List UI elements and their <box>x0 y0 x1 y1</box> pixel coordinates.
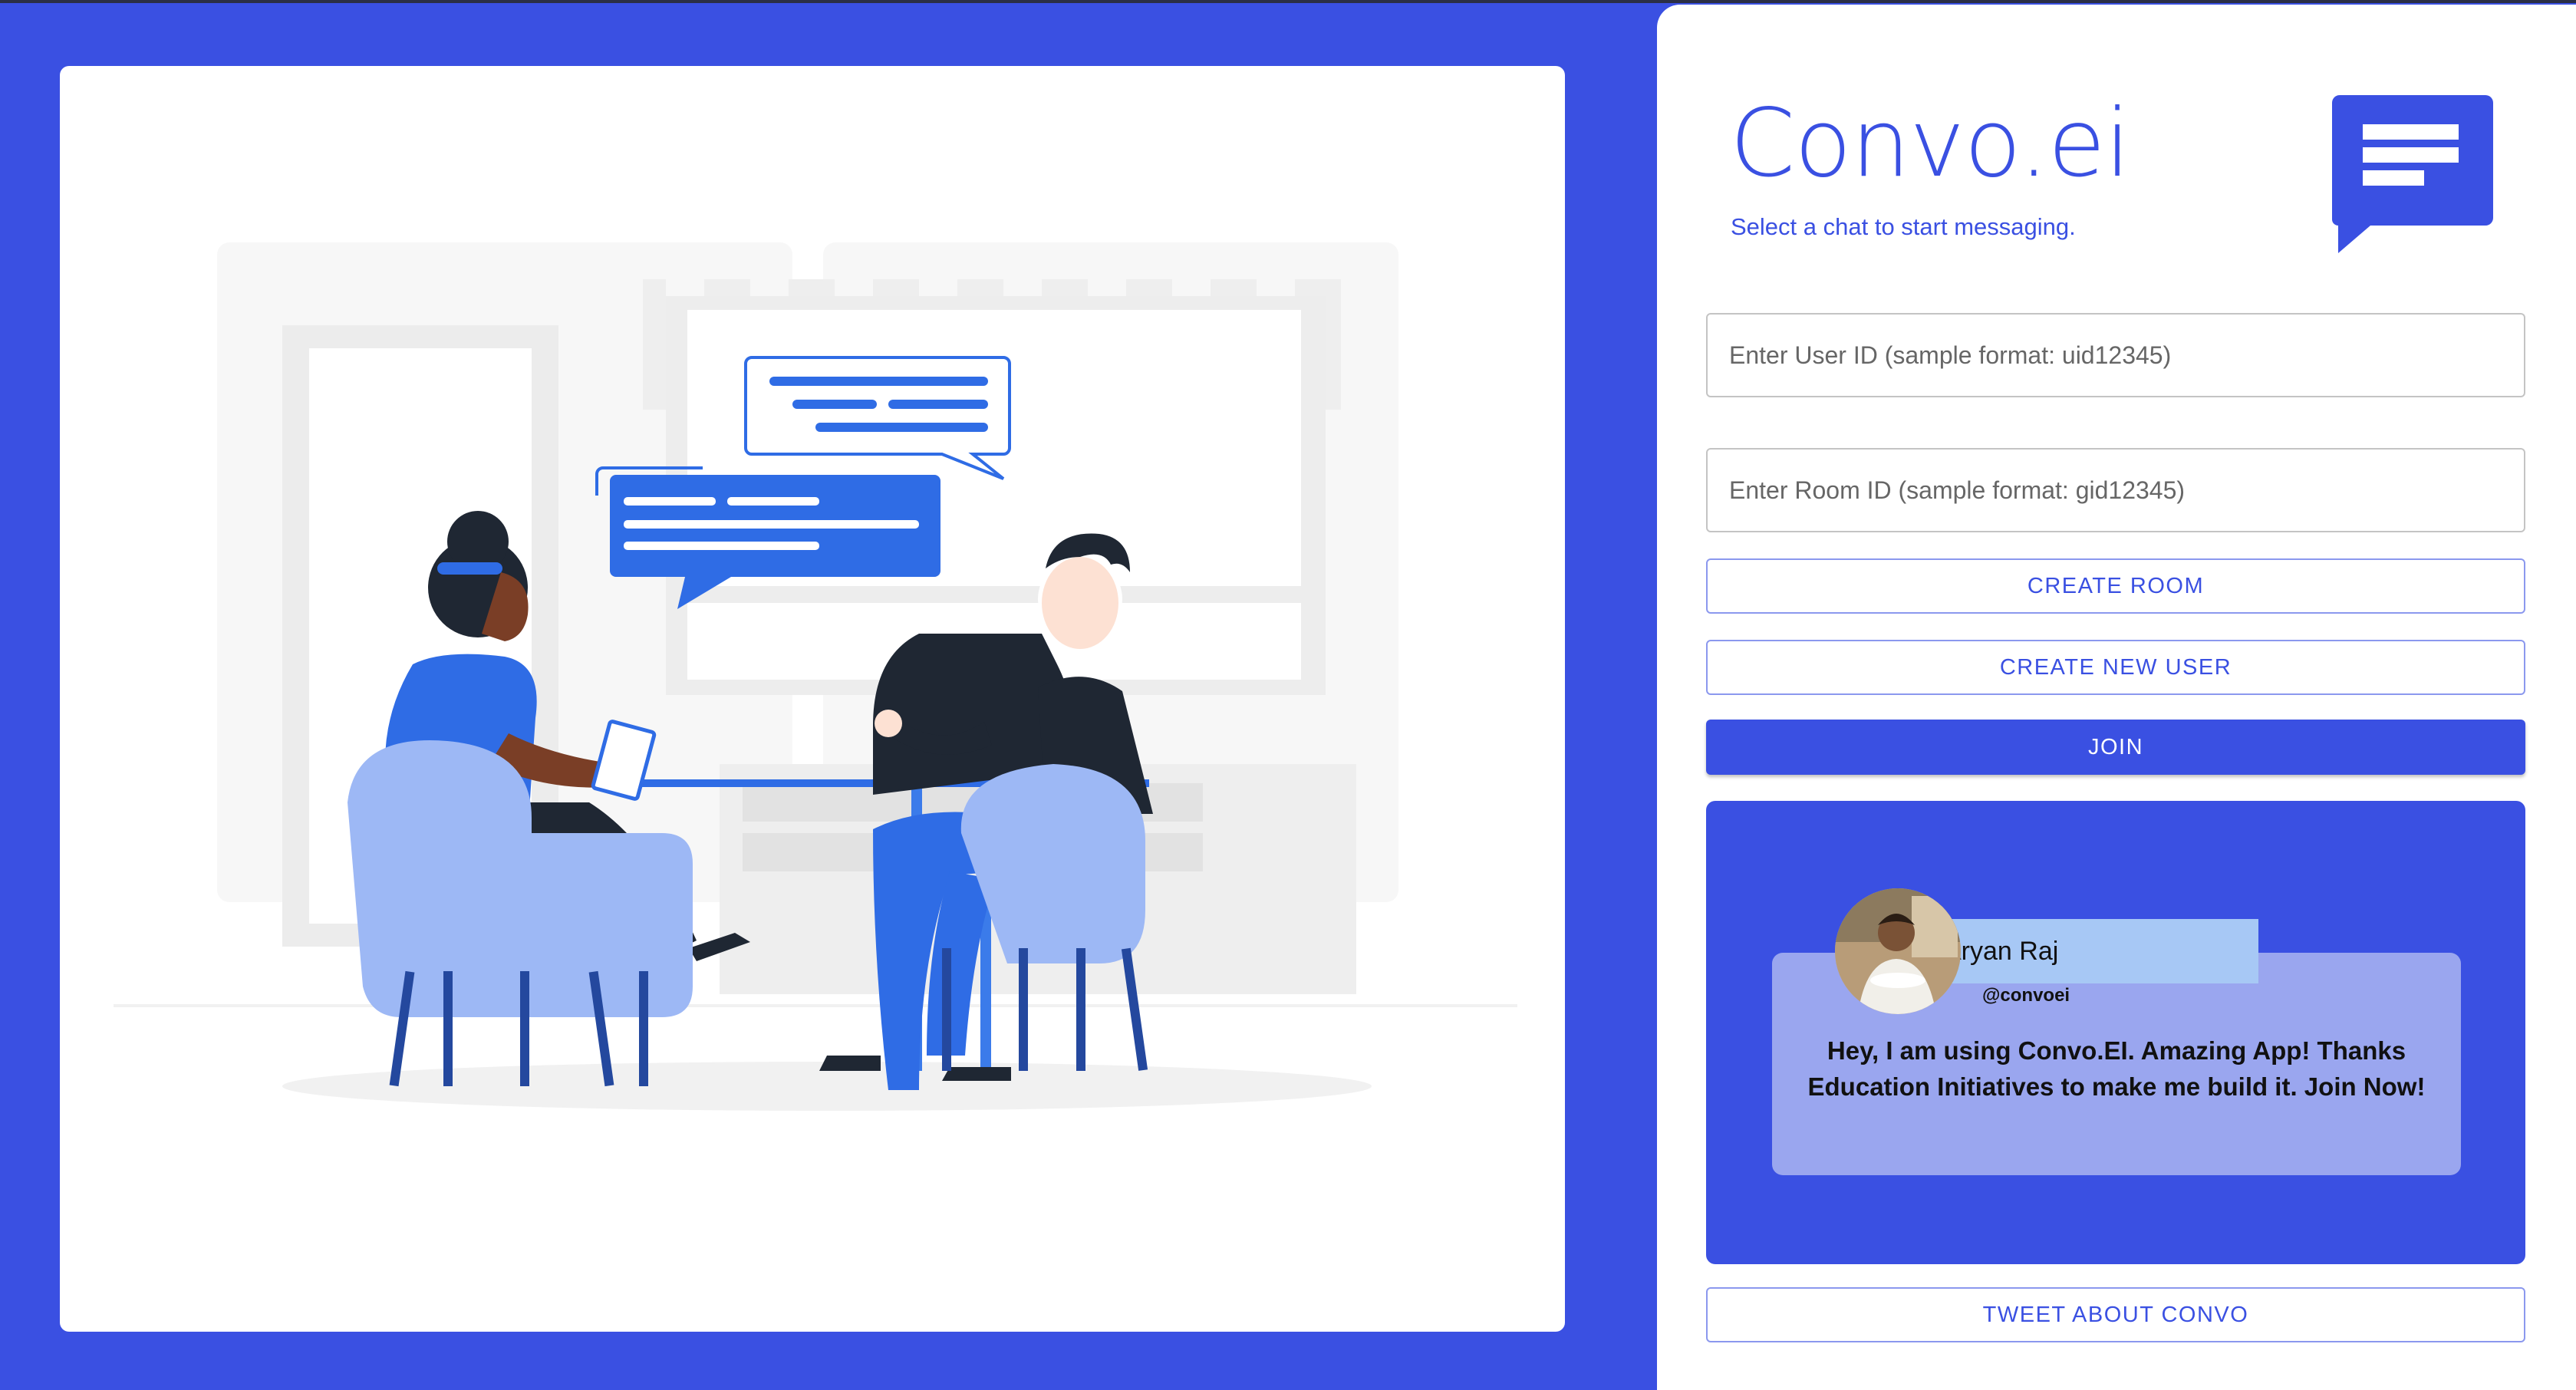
app-title: Convo.ei <box>1730 89 2131 198</box>
testimonial-box: Aryan Raj @convoei Hey, I am using Convo… <box>1706 801 2525 1264</box>
create-room-button[interactable]: CREATE ROOM <box>1706 558 2525 614</box>
testimonial-name: Aryan Raj <box>1944 936 2059 966</box>
chat-bubble-icon <box>2332 95 2493 253</box>
avatar <box>1835 888 1961 1014</box>
side-panel: Convo.ei Select a chat to start messagin… <box>1657 5 2576 1390</box>
testimonial-text: Hey, I am using Convo.EI. Amazing App! T… <box>1807 1036 2426 1101</box>
testimonial-handle: @convoei <box>1982 985 2070 1006</box>
user-id-input[interactable] <box>1706 313 2525 397</box>
tweet-about-button[interactable]: TWEET ABOUT CONVO <box>1706 1287 2525 1342</box>
conversation-illustration <box>114 242 1517 1111</box>
app-subtitle: Select a chat to start messaging. <box>1731 213 2076 240</box>
app-root: Convo.ei Select a chat to start messagin… <box>0 0 2576 1390</box>
illustration-card <box>60 66 1565 1332</box>
create-new-user-button[interactable]: CREATE NEW USER <box>1706 640 2525 695</box>
avatar-photo <box>1835 888 1961 1014</box>
room-id-input[interactable] <box>1706 448 2525 532</box>
join-button[interactable]: JOIN <box>1706 720 2525 775</box>
